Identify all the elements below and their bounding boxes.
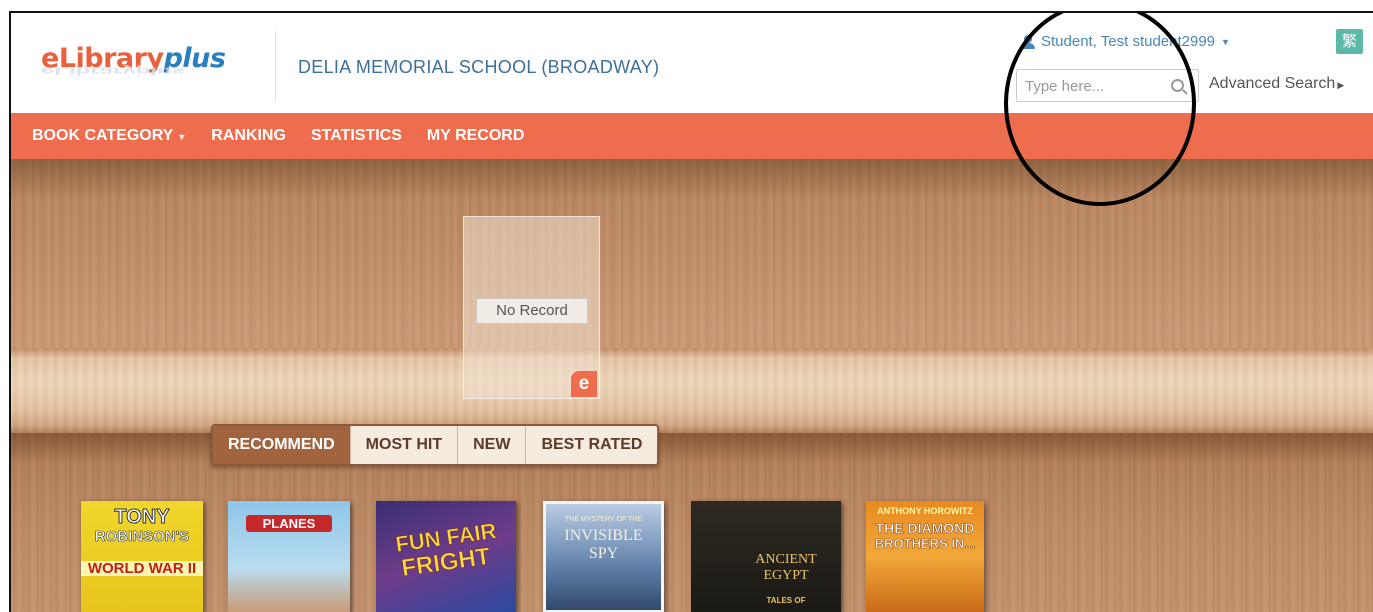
book-cover[interactable]: ANCIENT EGYPT TALES OF: [691, 501, 841, 612]
school-name: DELIA MEMORIAL SCHOOL (BROADWAY): [298, 57, 660, 77]
language-toggle-button[interactable]: 繁: [1336, 29, 1363, 54]
book-title-line: WORLD WAR II: [81, 561, 203, 576]
book-title-line: PLANES: [246, 515, 332, 532]
book-title-line: ANTHONY HOROWITZ: [877, 506, 973, 516]
book-cover[interactable]: PLANES: [228, 501, 350, 612]
chevron-down-icon: ▼: [1221, 36, 1230, 47]
site-header: eLibraryplus eLibraryplus DELIA MEMORIAL…: [11, 13, 1373, 113]
advanced-search-label: Advanced Search: [1209, 75, 1336, 92]
header-divider: [275, 31, 276, 101]
book-title-line: THE DIAMOND: [875, 520, 975, 536]
book-title-line: TONY: [114, 506, 170, 528]
tab-new[interactable]: NEW: [458, 426, 527, 464]
elibrary-badge-icon: e: [571, 371, 597, 397]
book-title-line: ANCIENT: [755, 552, 817, 567]
nav-book-category[interactable]: BOOK CATEGORY ▼: [32, 127, 186, 145]
logo-reflection: eLibraryplus: [41, 64, 186, 77]
shelf-shadow: [11, 159, 1373, 199]
nav-ranking[interactable]: RANKING: [211, 127, 286, 145]
elibraryplus-logo[interactable]: eLibraryplus eLibraryplus: [41, 43, 271, 103]
no-record-label: No Record: [476, 298, 588, 324]
user-name: Student, Test student2999: [1041, 33, 1216, 50]
book-title-line: EGYPT: [763, 568, 809, 583]
advanced-search-link[interactable]: Advanced Search ▶: [1209, 75, 1344, 93]
search-box: [1016, 69, 1199, 102]
book-title-line: INVISIBLE: [564, 527, 643, 544]
book-title-line: BROTHERS IN...: [874, 536, 976, 551]
book-cover[interactable]: THE MYSTERY OF THE INVISIBLE SPY: [543, 501, 664, 612]
tab-most-hit[interactable]: MOST HIT: [350, 426, 459, 464]
book-cover[interactable]: FUN FAIR FRIGHT: [376, 501, 516, 612]
browser-viewport: eLibraryplus eLibraryplus DELIA MEMORIAL…: [9, 11, 1373, 612]
book-cover[interactable]: TONY ROBINSON'S WORLD WAR II: [81, 501, 203, 612]
tab-recommend[interactable]: RECOMMEND: [213, 426, 351, 464]
book-title-line: SPY: [588, 545, 619, 562]
chevron-down-icon: ▼: [177, 132, 187, 142]
tab-best-rated[interactable]: BEST RATED: [526, 426, 658, 464]
search-icon[interactable]: [1171, 79, 1184, 92]
shelf-plank: [11, 348, 1373, 433]
nav-item-label: BOOK CATEGORY: [32, 127, 174, 144]
search-input[interactable]: [1025, 76, 1165, 96]
main-nav: BOOK CATEGORY ▼ RANKING STATISTICS MY REC…: [11, 113, 1373, 159]
book-list-tabs: RECOMMEND MOST HIT NEW BEST RATED: [211, 424, 660, 466]
nav-statistics[interactable]: STATISTICS: [311, 127, 402, 145]
user-menu[interactable]: Student, Test student2999 ▼: [1021, 33, 1230, 50]
book-title-line: THE MYSTERY OF THE: [564, 516, 642, 523]
caret-right-icon: ▶: [1337, 80, 1345, 90]
book-title-line: TALES OF: [766, 596, 806, 605]
book-title-line: ROBINSON'S: [94, 528, 190, 545]
nav-my-record[interactable]: MY RECORD: [427, 127, 525, 145]
book-cover[interactable]: ANTHONY HOROWITZ THE DIAMOND BROTHERS IN…: [866, 501, 984, 612]
user-icon: [1021, 34, 1035, 49]
reading-record-card[interactable]: No Record e: [463, 216, 600, 399]
